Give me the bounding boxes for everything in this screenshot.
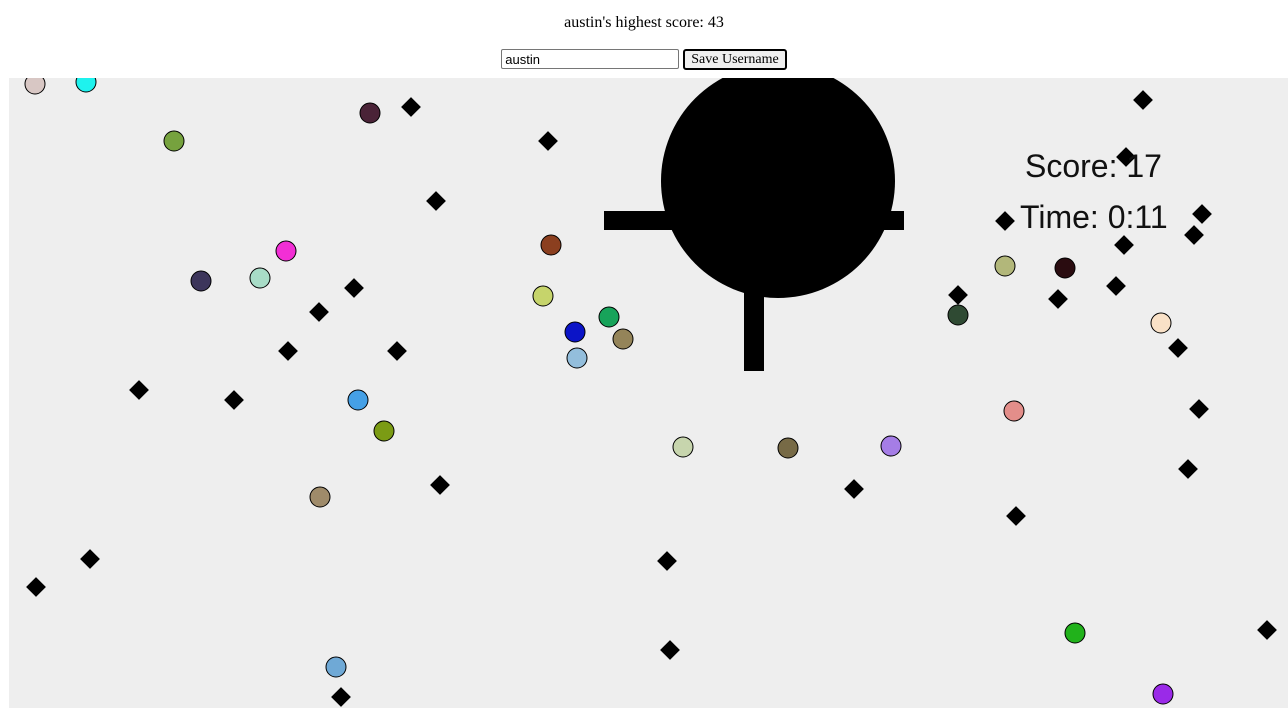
food-dot [359, 102, 381, 124]
obstacle-diamond [1178, 459, 1198, 479]
food-dot [249, 267, 271, 289]
obstacle-diamond [1106, 276, 1126, 296]
food-dot [1054, 257, 1076, 279]
food-dot [309, 486, 331, 508]
obstacle-diamond [660, 640, 680, 660]
obstacle-diamond [309, 302, 329, 322]
obstacle-diamond [129, 380, 149, 400]
food-dot [75, 78, 97, 93]
obstacle-diamond [387, 341, 407, 361]
username-controls: Save Username [0, 49, 1288, 70]
game-canvas[interactable]: Score: 17 Time: 0:11 [9, 78, 1288, 708]
top-bar: austin's highest score: 43 Save Username [0, 0, 1288, 78]
food-dot [540, 234, 562, 256]
obstacle-diamond [1257, 620, 1277, 640]
score-display: Score: 17 [1025, 148, 1162, 184]
obstacle-diamond [1114, 235, 1134, 255]
food-dot [275, 240, 297, 262]
obstacle-diamond [1133, 90, 1153, 110]
obstacle-diamond [430, 475, 450, 495]
food-dot [564, 321, 586, 343]
food-dot [163, 130, 185, 152]
username-input[interactable] [501, 49, 680, 69]
obstacle-diamond [995, 211, 1015, 231]
obstacle-diamond [538, 131, 558, 151]
food-dot [1064, 622, 1086, 644]
food-dot [325, 656, 347, 678]
food-dot [598, 306, 620, 328]
obstacle-diamond [844, 479, 864, 499]
food-dot [1152, 683, 1174, 705]
obstacle-diamond [331, 687, 351, 707]
obstacle-diamond [344, 278, 364, 298]
obstacle-diamond [657, 551, 677, 571]
obstacle-diamond [1006, 506, 1026, 526]
highscore-text: austin's highest score: 43 [564, 14, 724, 31]
food-dot [566, 347, 588, 369]
food-dot [1150, 312, 1172, 334]
obstacle-diamond [1168, 338, 1188, 358]
obstacle-diamond [426, 191, 446, 211]
food-dot [612, 328, 634, 350]
food-dot [373, 420, 395, 442]
obstacle-diamond [80, 549, 100, 569]
obstacle-diamond [1184, 225, 1204, 245]
obstacle-diamond [278, 341, 298, 361]
obstacle-diamond [1048, 289, 1068, 309]
food-dot [532, 285, 554, 307]
food-dot [880, 435, 902, 457]
time-display: Time: 0:11 [1020, 199, 1168, 235]
food-dot [947, 304, 969, 326]
food-dot [777, 437, 799, 459]
food-dot [994, 255, 1016, 277]
obstacle-diamond [948, 285, 968, 305]
obstacle-diamond [26, 577, 46, 597]
obstacle-diamond [1189, 399, 1209, 419]
player-blob [604, 78, 904, 371]
obstacle-diamond [401, 97, 421, 117]
food-dot [1003, 400, 1025, 422]
food-dot [24, 78, 46, 95]
obstacle-diamond [1192, 204, 1212, 224]
obstacle-diamond [224, 390, 244, 410]
food-dot [190, 270, 212, 292]
food-dot [672, 436, 694, 458]
save-username-button[interactable]: Save Username [683, 49, 787, 70]
food-dot [347, 389, 369, 411]
